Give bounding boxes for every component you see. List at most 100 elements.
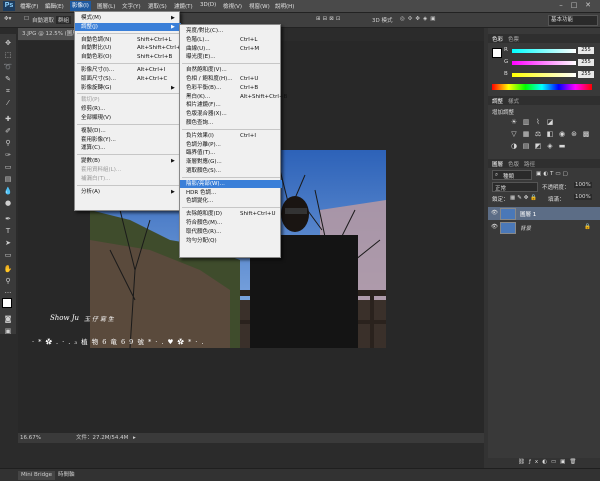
status-arrow-icon[interactable]: ▸ <box>133 433 136 443</box>
menu-item-17[interactable]: 陰影/亮部(W)... <box>180 179 282 188</box>
workspace-dropdown[interactable]: 基本功能 <box>548 15 598 26</box>
color-lookup-icon[interactable]: ▩ <box>582 130 590 138</box>
menu-item-5[interactable]: 自動色彩(O) Shift+Ctrl+B <box>75 53 181 61</box>
menu-item-8[interactable]: 影像旋轉(G) ▶ <box>75 84 181 92</box>
minimize-icon[interactable]: – <box>556 1 566 10</box>
more-tools-icon[interactable]: ··· <box>3 288 13 298</box>
color-balance-icon[interactable]: ⚖ <box>534 130 542 138</box>
tab-mini-bridge[interactable]: Mini Bridge <box>18 471 55 480</box>
layer-filter-icons[interactable]: ▣◐T▭▢ <box>536 171 570 177</box>
menu-item-14[interactable]: 運算(C)... <box>75 144 181 152</box>
menu-item-11[interactable]: 顏色查詢... <box>180 119 282 127</box>
tab-timeline[interactable]: 時間軸 <box>55 471 78 480</box>
menu-item-3[interactable]: 自動色調(N) Shift+Ctrl+L <box>75 36 181 44</box>
posterize-icon[interactable]: ▤ <box>522 142 530 150</box>
layer-row-selected[interactable]: 👁 圖層 1 <box>488 207 600 220</box>
invert-icon[interactable]: ◑ <box>510 142 518 150</box>
levels-icon[interactable]: ▥ <box>522 118 530 126</box>
vibrance-icon[interactable]: ▽ <box>510 130 518 138</box>
menu-item-7[interactable]: 色彩平衡(B)... Ctrl+B <box>180 84 282 92</box>
menu-item-12[interactable]: 複製(D)... <box>75 127 181 135</box>
menu-type[interactable]: 文字(Y) <box>122 2 141 10</box>
green-slider[interactable]: G 255 <box>490 59 596 67</box>
hue-saturation-icon[interactable]: ▦ <box>522 130 530 138</box>
menu-image[interactable]: 影像(I) <box>70 1 91 11</box>
menu-item-10[interactable]: 色版混合器(X)... <box>180 110 282 118</box>
blue-track[interactable] <box>512 73 576 77</box>
layer-name[interactable]: 背景 <box>520 224 531 232</box>
quick-mask-icon[interactable]: ◙ <box>3 314 13 324</box>
tab-adjustments[interactable]: 調整 <box>492 97 503 105</box>
brush-tool-icon[interactable]: ✐ <box>3 126 13 136</box>
menu-view[interactable]: 檢視(V) <box>223 2 242 10</box>
menu-item-1[interactable]: 模式(M) ▶ <box>75 14 181 22</box>
red-track[interactable] <box>512 49 576 53</box>
tab-styles[interactable]: 樣式 <box>508 97 519 105</box>
layer-row[interactable]: 👁 背景 🔒 <box>488 221 600 234</box>
eraser-tool-icon[interactable]: ▭ <box>3 162 13 172</box>
menu-item-23[interactable]: 均勻分配(Q) <box>180 237 282 245</box>
menu-item-22[interactable]: 取代顏色(R)... <box>180 228 282 236</box>
menu-3d[interactable]: 3D(D) <box>200 2 216 8</box>
menu-item-20[interactable]: 去除飽和度(D) Shift+Ctrl+U <box>180 210 282 218</box>
maximize-icon[interactable]: □ <box>569 1 579 10</box>
menu-item-19[interactable]: 色調變化... <box>180 197 282 205</box>
menu-item-2[interactable]: 調整(J) ▶ <box>75 22 181 31</box>
shape-tool-icon[interactable]: ▭ <box>3 250 13 260</box>
gradient-map-icon[interactable]: ▬ <box>558 142 566 150</box>
zoom-tool-icon[interactable]: ⚲ <box>3 276 13 286</box>
menu-item-7[interactable]: 版面尺寸(S)... Alt+Ctrl+C <box>75 75 181 83</box>
history-brush-icon[interactable]: ✑ <box>3 150 13 160</box>
blur-tool-icon[interactable]: 💧 <box>3 186 13 196</box>
move-tool-icon[interactable]: ✥▾ <box>4 16 11 22</box>
menu-layer[interactable]: 圖層(L) <box>97 2 115 10</box>
layer-kind-filter[interactable]: ⌕ 種類 <box>492 170 532 180</box>
clone-stamp-icon[interactable]: ⚲ <box>3 138 13 148</box>
selective-color-icon[interactable]: ◈ <box>546 142 554 150</box>
blue-value[interactable]: 255 <box>578 71 594 78</box>
menu-edit[interactable]: 編輯(E) <box>45 2 64 10</box>
menu-item-15[interactable]: 漸層對應(G)... <box>180 158 282 166</box>
menu-item-4[interactable]: 曝光度(E)... <box>180 53 282 61</box>
tab-layers[interactable]: 圖層 <box>492 160 503 168</box>
tab-swatches[interactable]: 色票 <box>508 35 519 43</box>
tab-channels[interactable]: 色版 <box>508 160 519 168</box>
distribute-icons[interactable]: ⊞⊟⊠⊡ <box>316 16 342 22</box>
lock-icons[interactable]: ▦✎✥🔒 <box>510 195 539 201</box>
healing-brush-icon[interactable]: ✚ <box>3 114 13 124</box>
curves-icon[interactable]: ⌇ <box>534 118 542 126</box>
auto-select-checkbox[interactable]: ☐ <box>24 16 29 22</box>
crop-tool-icon[interactable]: ⌗ <box>3 86 13 96</box>
eye-icon[interactable]: 👁 <box>491 224 498 230</box>
green-value[interactable]: 255 <box>578 59 594 66</box>
menu-item-3[interactable]: 曲線(U)... Ctrl+M <box>180 45 282 53</box>
menu-window[interactable]: 視窗(W) <box>249 2 270 10</box>
close-icon[interactable]: ✕ <box>583 1 593 10</box>
layer-action-icons[interactable]: ⛓ƒx◐▭▣🗑 <box>518 459 580 465</box>
menu-item-12[interactable]: 負片效果(I) Ctrl+I <box>180 132 282 140</box>
menu-item-16[interactable]: 選取顏色(S)... <box>180 167 282 175</box>
menu-item-21[interactable]: 符合顏色(M)... <box>180 219 282 227</box>
dodge-tool-icon[interactable]: ● <box>3 198 13 208</box>
menu-item-14[interactable]: 臨界值(T)... <box>180 149 282 157</box>
menu-item-5[interactable]: 自然飽和度(V)... <box>180 66 282 74</box>
brightness-icon[interactable]: ☀ <box>510 118 518 126</box>
threshold-icon[interactable]: ◩ <box>534 142 542 150</box>
menu-item-2[interactable]: 色階(L)... Ctrl+L <box>180 36 282 44</box>
move-tool-icon[interactable]: ✥ <box>3 38 13 48</box>
green-track[interactable] <box>512 61 576 65</box>
fill-input[interactable]: 100% <box>574 194 592 200</box>
foreground-color-swatch[interactable] <box>2 298 12 308</box>
auto-select-type-dropdown[interactable]: 群組 <box>56 16 72 24</box>
tab-paths[interactable]: 路徑 <box>524 160 535 168</box>
quick-select-tool-icon[interactable]: ✎ <box>3 74 13 84</box>
menu-help[interactable]: 說明(H) <box>275 2 294 10</box>
menu-item-13[interactable]: 套用影像(Y)... <box>75 136 181 144</box>
color-ramp[interactable] <box>492 84 592 90</box>
menu-item-15[interactable]: 變數(B) ▶ <box>75 157 181 165</box>
3d-tool-icons[interactable]: ◎✣✥◈▣ <box>400 16 438 22</box>
exposure-icon[interactable]: ◪ <box>546 118 554 126</box>
menu-filter[interactable]: 濾鏡(T) <box>174 2 193 10</box>
marquee-tool-icon[interactable]: ⬚ <box>3 50 13 60</box>
path-select-icon[interactable]: ➤ <box>3 238 13 248</box>
